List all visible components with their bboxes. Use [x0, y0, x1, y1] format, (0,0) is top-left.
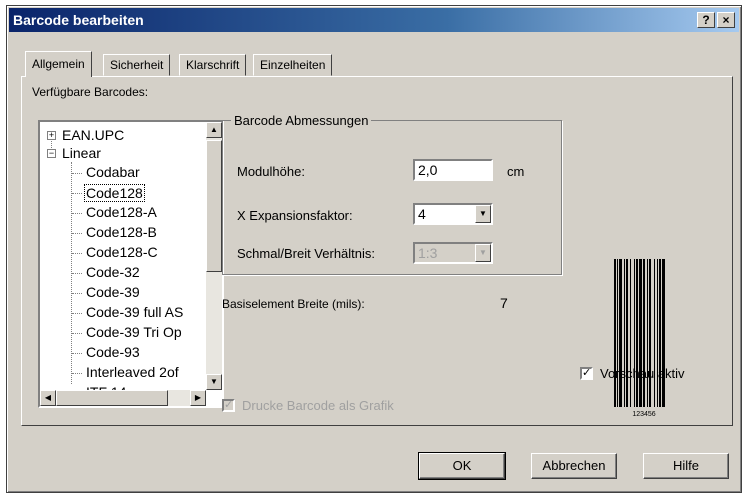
tree-item-code-39-tri-optic[interactable]: Code-39 Tri Op	[86, 324, 182, 340]
tree-item-code-93[interactable]: Code-93	[86, 344, 140, 360]
barcode-preview: 123456	[614, 259, 665, 418]
tree-item-code128[interactable]: Code128	[84, 184, 145, 202]
dialog-title: Barcode bearbeiten	[13, 12, 144, 28]
scroll-right-icon[interactable]: ▶	[190, 390, 206, 406]
tree-item-code-39[interactable]: Code-39	[86, 284, 140, 300]
tree-vertical-scrollbar[interactable]: ▲ ▼	[206, 122, 222, 390]
expansion-factor-select[interactable]: 4 ▼	[413, 203, 493, 225]
print-as-graphic-checkbox[interactable]: ✓	[222, 399, 235, 412]
ratio-label: Schmal/Breit Verhältnis:	[237, 246, 376, 261]
scroll-up-icon[interactable]: ▲	[206, 122, 222, 138]
horizontal-scroll-thumb[interactable]	[56, 390, 168, 406]
ratio-select[interactable]: 1:3 ▼	[413, 242, 493, 264]
print-as-graphic-label: Drucke Barcode als Grafik	[242, 398, 394, 413]
tree-item-code-32[interactable]: Code-32	[86, 264, 140, 280]
barcode-dimensions-group: Barcode Abmessungen Modulhöhe: 2,0 cm X …	[222, 113, 562, 275]
tree-item-code-39-full-ascii[interactable]: Code-39 full AS	[86, 304, 183, 320]
tab-sicherheit[interactable]: Sicherheit	[103, 54, 171, 76]
tree-item-code128-b[interactable]: Code128-B	[86, 224, 157, 240]
barcode-tree[interactable]: + EAN.UPC − Linear Codabar Code128 Code1…	[38, 120, 224, 408]
tab-panel-allgemein: Verfügbare Barcodes: + EAN.UPC − Linear …	[21, 76, 733, 426]
tree-item-codabar[interactable]: Codabar	[86, 164, 140, 180]
tree-item-code128-c[interactable]: Code128-C	[86, 244, 158, 260]
cancel-button[interactable]: Abbrechen	[531, 453, 617, 479]
barcode-human-readable: 123456	[632, 411, 655, 418]
tab-klarschrift[interactable]: Klarschrift	[179, 54, 247, 76]
expand-icon[interactable]: +	[47, 131, 56, 140]
expansion-factor-value: 4	[418, 206, 426, 222]
dialog-window: Barcode bearbeiten ? × Allgemein Sicherh…	[6, 5, 742, 493]
title-bar[interactable]: Barcode bearbeiten ? ×	[9, 8, 739, 32]
base-width-label: Basiselement Breite (mils):	[222, 297, 365, 311]
chevron-down-icon[interactable]: ▼	[475, 244, 491, 262]
module-height-unit: cm	[507, 164, 525, 179]
preview-active-label: Vorschau aktiv	[600, 366, 685, 381]
close-button[interactable]: ×	[717, 12, 735, 28]
tree-group-linear[interactable]: Linear	[62, 145, 101, 161]
preview-active-checkbox[interactable]: ✓	[580, 367, 593, 380]
module-height-input[interactable]: 2,0	[413, 159, 493, 181]
vertical-scroll-thumb[interactable]	[206, 140, 222, 272]
help-title-button[interactable]: ?	[697, 12, 715, 28]
expansion-factor-label: X Expansionsfaktor:	[237, 208, 353, 223]
barcode-dimensions-title: Barcode Abmessungen	[231, 113, 372, 128]
ok-button[interactable]: OK	[418, 452, 506, 480]
tree-item-interleaved-2of5[interactable]: Interleaved 2of	[86, 364, 179, 380]
tree-horizontal-scrollbar[interactable]: ◀ ▶	[40, 390, 206, 406]
tab-einzelheiten[interactable]: Einzelheiten	[253, 54, 333, 76]
tab-allgemein[interactable]: Allgemein	[25, 51, 92, 77]
base-width-value: 7	[500, 295, 508, 311]
ratio-value: 1:3	[418, 245, 438, 261]
scroll-left-icon[interactable]: ◀	[40, 390, 56, 406]
help-button[interactable]: Hilfe	[643, 453, 729, 479]
chevron-down-icon[interactable]: ▼	[475, 205, 491, 223]
scroll-down-icon[interactable]: ▼	[206, 374, 222, 390]
tree-item-code128-a[interactable]: Code128-A	[86, 204, 157, 220]
collapse-icon[interactable]: −	[47, 149, 56, 158]
available-barcodes-label: Verfügbare Barcodes:	[32, 85, 149, 99]
module-height-label: Modulhöhe:	[237, 164, 305, 179]
tree-group-ean-upc[interactable]: EAN.UPC	[62, 127, 124, 143]
